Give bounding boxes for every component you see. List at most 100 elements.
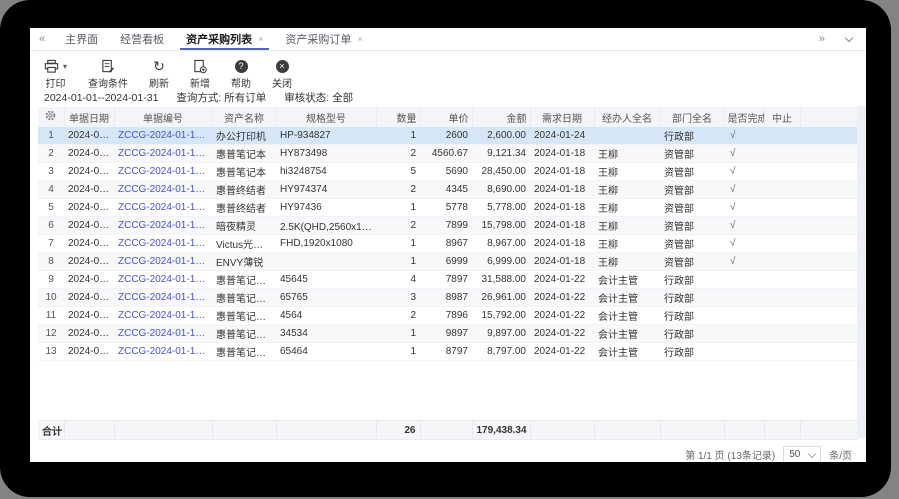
- col-header-department[interactable]: 部门全名: [660, 107, 724, 127]
- tab[interactable]: 主界面: [54, 28, 109, 50]
- table-row[interactable]: 132024-01-15ZCCG-2024-01-15-00003惠普笔记本 h…: [38, 343, 857, 361]
- need-date-cell: 2024-01-22: [530, 289, 594, 307]
- query-mode-label: 查询方式:: [176, 92, 221, 104]
- add-document-icon: [193, 59, 207, 74]
- is-done-cell: √: [724, 253, 764, 271]
- col-header-quantity[interactable]: 数量: [376, 107, 420, 127]
- doc-number-link[interactable]: ZCCG-2024-01-15-00002: [114, 181, 212, 199]
- table-row[interactable]: 102024-01-15ZCCG-2024-01-15-00003惠普笔记本 h…: [38, 289, 857, 307]
- table-row[interactable]: 12024-01-15ZCCG-2024-01-15-00001办公打印机HP-…: [38, 127, 857, 145]
- doc-number-link[interactable]: ZCCG-2024-01-15-00002: [114, 217, 212, 235]
- doc-number-link[interactable]: ZCCG-2024-01-15-00001: [114, 127, 212, 145]
- audit-status-filter[interactable]: 审核状态: 全部: [284, 90, 353, 105]
- tab-close-icon[interactable]: ×: [357, 34, 362, 44]
- spec-model-cell: [276, 253, 376, 271]
- refresh-button[interactable]: ↻ 刷新: [149, 58, 169, 90]
- page-size-value: 50: [789, 449, 800, 460]
- doc-number-link[interactable]: ZCCG-2024-01-15-00003: [114, 271, 212, 289]
- tab[interactable]: 资产采购列表×: [175, 28, 274, 50]
- quantity-cell: 1: [376, 235, 420, 253]
- handler-cell: 会计主管: [594, 271, 660, 289]
- spec-model-cell: 45645: [276, 271, 376, 289]
- amount-cell: 15,798.00: [472, 217, 530, 235]
- spec-model-cell: 65765: [276, 289, 376, 307]
- print-button[interactable]: ▾ 打印: [44, 58, 67, 90]
- tab[interactable]: 经营看板: [109, 28, 175, 50]
- department-cell: 资管部: [660, 253, 724, 271]
- handler-cell: 会计主管: [594, 289, 660, 307]
- table-row[interactable]: 122024-01-15ZCCG-2024-01-15-00003惠普笔记本 h…: [38, 325, 857, 343]
- table-row[interactable]: 32024-01-15ZCCG-2024-01-15-00002惠普笔记本hi3…: [38, 163, 857, 181]
- col-header-unit-price[interactable]: 单价: [420, 107, 472, 127]
- spec-model-cell: 2.5K(QHD,2560x1440)屏幕: [276, 217, 376, 235]
- doc-date-cell: 2024-01-15: [64, 235, 114, 253]
- chevron-down-icon[interactable]: [845, 34, 853, 42]
- abort-cell: [764, 217, 800, 235]
- table-row[interactable]: 82024-01-15ZCCG-2024-01-15-00002ENVY薄锐16…: [38, 253, 857, 271]
- print-label: 打印: [46, 75, 66, 90]
- quantity-cell: 3: [376, 289, 420, 307]
- doc-number-link[interactable]: ZCCG-2024-01-15-00002: [114, 199, 212, 217]
- col-header-is-done[interactable]: 是否完成: [724, 107, 764, 127]
- filler-cell: [800, 127, 857, 145]
- need-date-cell: 2024-01-18: [530, 253, 594, 271]
- summary-amount: 179,438.34: [472, 421, 530, 440]
- col-header-spec-model[interactable]: 规格型号: [276, 107, 376, 127]
- table-row[interactable]: 52024-01-15ZCCG-2024-01-15-00002惠普终结者HY9…: [38, 199, 857, 217]
- filler-cell: [800, 181, 857, 199]
- more-tabs-icon[interactable]: »: [810, 33, 834, 45]
- abort-cell: [764, 325, 800, 343]
- close-button[interactable]: × 关闭: [272, 58, 292, 90]
- doc-number-link[interactable]: ZCCG-2024-01-15-00003: [114, 343, 212, 361]
- filler-cell: [800, 199, 857, 217]
- doc-number-link[interactable]: ZCCG-2024-01-15-00002: [114, 235, 212, 253]
- query-conditions-label: 查询条件: [88, 75, 128, 90]
- amount-cell: 26,961.00: [472, 289, 530, 307]
- page-size-select[interactable]: 50: [783, 446, 821, 462]
- asset-name-cell: ENVY薄锐: [212, 253, 276, 271]
- doc-number-link[interactable]: ZCCG-2024-01-15-00002: [114, 253, 212, 271]
- table-row[interactable]: 112024-01-15ZCCG-2024-01-15-00003惠普笔记本 h…: [38, 307, 857, 325]
- col-header-handler-name[interactable]: 经办人全名: [594, 107, 660, 127]
- col-header-asset-name[interactable]: 资产名称: [212, 107, 276, 127]
- tab[interactable]: 资产采购订单×: [274, 28, 373, 50]
- quantity-cell: 5: [376, 163, 420, 181]
- doc-number-link[interactable]: ZCCG-2024-01-15-00003: [114, 307, 212, 325]
- handler-cell: 会计主管: [594, 343, 660, 361]
- add-button[interactable]: 新增: [190, 58, 210, 90]
- vertical-scrollbar[interactable]: [857, 106, 866, 438]
- row-number: 12: [38, 325, 64, 343]
- doc-number-link[interactable]: ZCCG-2024-01-15-00003: [114, 289, 212, 307]
- need-date-cell: 2024-01-18: [530, 199, 594, 217]
- abort-cell: [764, 343, 800, 361]
- column-settings-gear-icon[interactable]: [45, 110, 56, 121]
- print-dropdown-caret-icon[interactable]: ▾: [63, 62, 67, 71]
- filler-cell: [800, 163, 857, 181]
- doc-date-cell: 2024-01-15: [64, 307, 114, 325]
- col-header-doc-date[interactable]: 单据日期: [64, 107, 114, 127]
- query-conditions-button[interactable]: 查询条件: [88, 58, 128, 90]
- unit-price-cell: 8987: [420, 289, 472, 307]
- col-header-doc-number[interactable]: 单据编号: [114, 107, 212, 127]
- doc-number-link[interactable]: ZCCG-2024-01-15-00002: [114, 163, 212, 181]
- row-number: 9: [38, 271, 64, 289]
- table-row[interactable]: 72024-01-15ZCCG-2024-01-15-00002Victus光影…: [38, 235, 857, 253]
- table-row[interactable]: 62024-01-15ZCCG-2024-01-15-00002暗夜精灵2.5K…: [38, 217, 857, 235]
- table-row[interactable]: 92024-01-15ZCCG-2024-01-15-00003惠普笔记本 hi…: [38, 271, 857, 289]
- col-header-need-date[interactable]: 需求日期: [530, 107, 594, 127]
- table-row[interactable]: 22024-01-15ZCCG-2024-01-15-00002惠普笔记本HY8…: [38, 145, 857, 163]
- doc-number-link[interactable]: ZCCG-2024-01-15-00002: [114, 145, 212, 163]
- filler-cell: [800, 253, 857, 271]
- doc-date-cell: 2024-01-15: [64, 325, 114, 343]
- col-header-amount[interactable]: 金额: [472, 107, 530, 127]
- col-header-abort[interactable]: 中止: [764, 107, 800, 127]
- asset-name-cell: 惠普笔记本 hi324...: [212, 307, 276, 325]
- collapse-tabs-icon[interactable]: «: [30, 33, 54, 45]
- printer-icon: [44, 59, 59, 74]
- tab-close-icon[interactable]: ×: [258, 34, 263, 44]
- table-row[interactable]: 42024-01-15ZCCG-2024-01-15-00002惠普终结者HY9…: [38, 181, 857, 199]
- help-button[interactable]: ? 帮助: [231, 58, 251, 90]
- date-range-filter[interactable]: 2024-01-01--2024-01-31: [44, 92, 158, 104]
- query-mode-filter[interactable]: 查询方式: 所有订单: [176, 90, 266, 105]
- doc-number-link[interactable]: ZCCG-2024-01-15-00003: [114, 325, 212, 343]
